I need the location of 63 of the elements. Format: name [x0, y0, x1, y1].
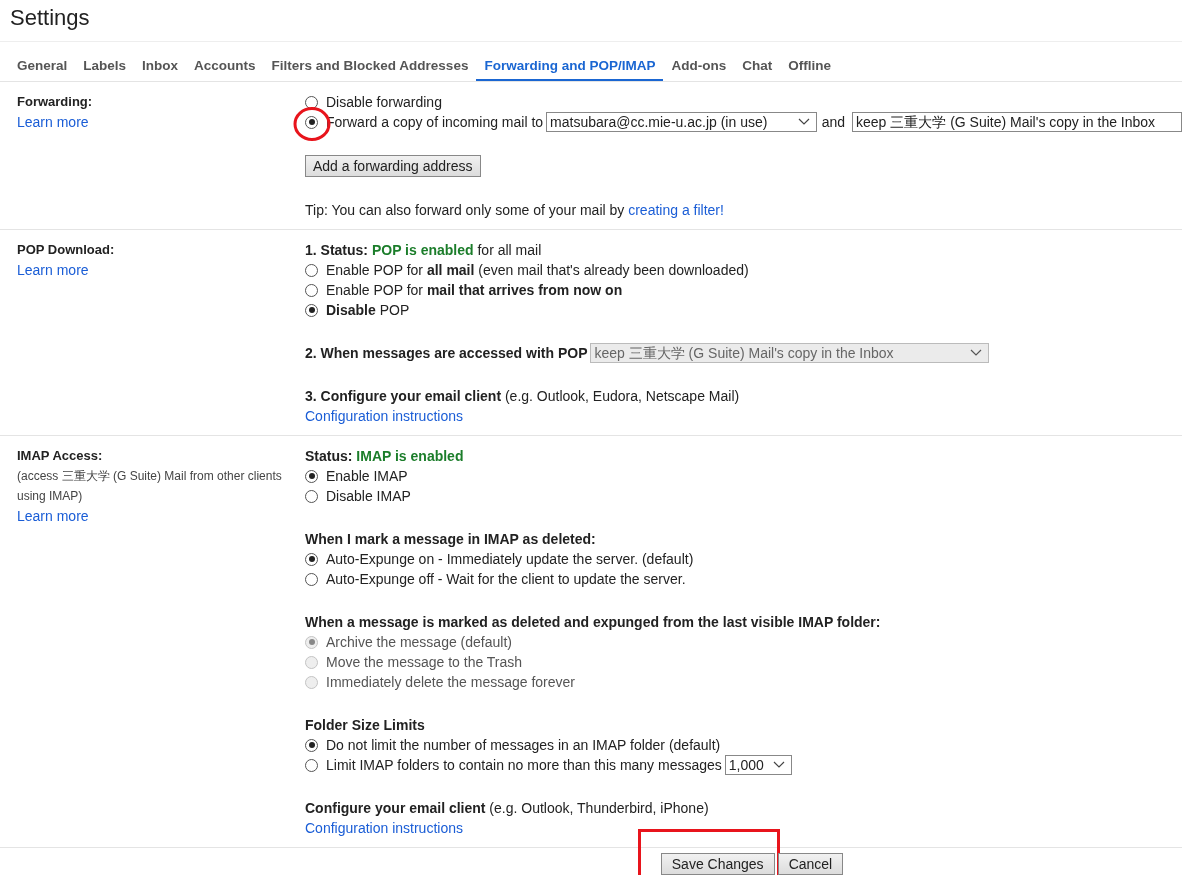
radio-button[interactable] — [305, 283, 318, 297]
section-label: POP Download: — [17, 241, 115, 259]
radio-label: Archive the message (default) — [326, 633, 512, 652]
setting-heading: When I mark a message in IMAP as deleted: — [305, 530, 596, 549]
radio-label: Move the message to the Trash — [326, 653, 523, 672]
save-changes-button[interactable]: Save Changes — [660, 853, 775, 875]
tip-text: Tip: You can also forward only some of your mail by creating a filter! — [305, 201, 724, 220]
setting-heading: Folder Size Limits — [305, 716, 425, 735]
learn-more-link[interactable]: Learn more — [17, 260, 89, 280]
radio-button[interactable] — [305, 552, 318, 566]
radio-button[interactable] — [305, 469, 318, 483]
settings-tab[interactable]: Accounts — [186, 42, 264, 81]
radio-label: Auto-Expunge off - Wait for the client to update the server. — [326, 570, 686, 589]
page-title: Settings — [0, 0, 1182, 42]
settings-tab[interactable]: General — [9, 42, 76, 81]
dropdown[interactable]: keep 三重大学 (G Suite) Mail's copy in the Inbox — [852, 112, 1182, 132]
add-forwarding-address-button[interactable]: Add a forwarding address — [305, 155, 481, 177]
configuration-instructions-link[interactable]: Configuration instructions — [305, 406, 463, 426]
settings-tab[interactable]: Chat — [734, 42, 781, 81]
radio-button[interactable] — [305, 95, 318, 109]
radio-label: Disable IMAP — [326, 487, 411, 506]
setting-heading: Configure your email client (e.g. Outlook, Thunderbird, iPhone) — [305, 799, 709, 818]
creating-filter-link[interactable]: creating a filter! — [628, 202, 724, 218]
dropdown[interactable]: matsubara@cc.mie-u.ac.jp (in use) — [546, 112, 817, 132]
radio-button[interactable] — [305, 758, 318, 772]
status-text: Status: IMAP is enabled — [305, 447, 464, 466]
radio-label: Disable POP — [326, 301, 410, 320]
cancel-button[interactable]: Cancel — [777, 853, 844, 875]
radio-label: Limit IMAP folders to contain no more than this many messages — [326, 756, 722, 775]
radio-button[interactable] — [305, 115, 318, 129]
radio-label: Disable forwarding — [326, 93, 442, 112]
radio-button[interactable] — [305, 303, 318, 317]
radio-button[interactable] — [305, 738, 318, 752]
radio-label: Do not limit the number of messages in an IMAP folder (default) — [326, 736, 721, 755]
radio-label: Enable IMAP — [326, 467, 408, 486]
radio-label: Enable POP for all mail (even mail that's already been downloaded) — [326, 261, 749, 280]
dropdown[interactable]: 1,000 — [724, 755, 792, 775]
settings-tab[interactable]: Offline — [780, 42, 839, 81]
settings-tab[interactable]: Labels — [75, 42, 135, 81]
chevron-down-icon — [970, 349, 983, 357]
section-label: IMAP Access: — [17, 447, 103, 465]
settings-tab[interactable]: Add-ons — [663, 42, 735, 81]
settings-tab[interactable]: Filters and Blocked Addresses — [263, 42, 477, 81]
setting-heading: When a message is marked as deleted and expunged from the last visible IMAP folder: — [305, 613, 881, 632]
radio-label: Auto-Expunge on - Immediately update the server. (default) — [326, 550, 694, 569]
settings-tab[interactable]: Forwarding and POP/IMAP — [476, 42, 664, 81]
radio-button[interactable] — [305, 263, 318, 277]
learn-more-link[interactable]: Learn more — [17, 112, 89, 132]
section-note: (access 三重大学 (G Suite) Mail from other clients using IMAP) — [17, 468, 283, 505]
chevron-down-icon — [797, 118, 810, 126]
section-label: Forwarding: — [17, 93, 93, 111]
radio-label: Immediately delete the message forever — [326, 673, 575, 692]
chevron-down-icon — [772, 761, 785, 769]
radio-button[interactable] — [305, 572, 318, 586]
setting-heading: 3. Configure your email client (e.g. Outlook, Eudora, Netscape Mail) — [305, 387, 740, 406]
setting-heading: 2. When messages are accessed with POP — [305, 344, 588, 363]
settings-tab[interactable]: Inbox — [134, 42, 187, 81]
learn-more-link[interactable]: Learn more — [17, 506, 89, 526]
radio-button[interactable] — [305, 489, 318, 503]
status-text: 1. Status: POP is enabled for all mail — [305, 241, 542, 260]
radio-label: Enable POP for mail that arrives from now on — [326, 281, 623, 300]
configuration-instructions-link[interactable]: Configuration instructions — [305, 818, 463, 838]
joiner-text: and — [821, 113, 845, 132]
